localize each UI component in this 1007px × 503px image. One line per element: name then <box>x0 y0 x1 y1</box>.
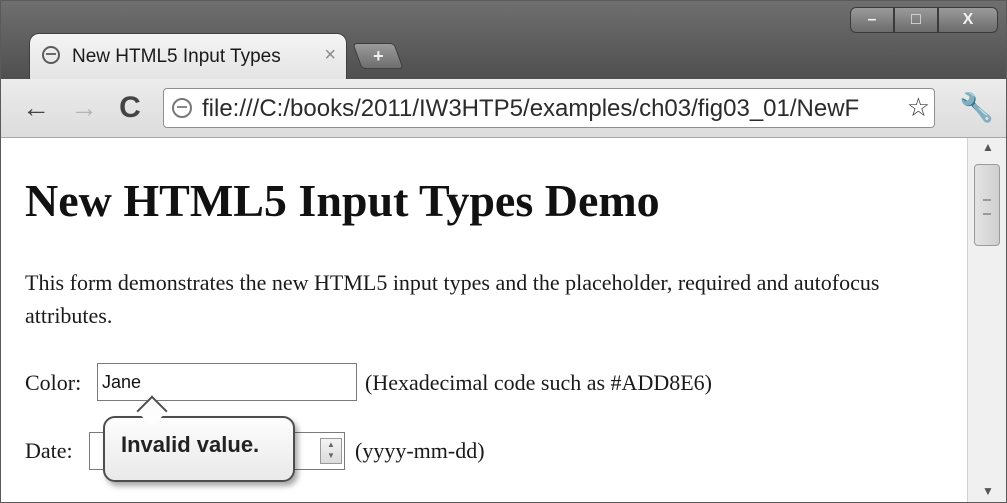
reload-button[interactable]: C <box>113 91 147 125</box>
minimize-button[interactable]: – <box>850 7 894 33</box>
address-bar[interactable]: file:///C:/books/2011/IW3HTP5/examples/c… <box>163 88 935 128</box>
browser-window: – □ X New HTML5 Input Types × + ← → C fi… <box>0 0 1007 503</box>
page-viewport: New HTML5 Input Types Demo This form dem… <box>1 138 967 502</box>
close-window-button[interactable]: X <box>938 7 998 33</box>
plus-icon: + <box>372 45 384 66</box>
page-icon <box>172 98 192 118</box>
color-hint: (Hexadecimal code such as #ADD8E6) <box>365 370 712 395</box>
vertical-scrollbar[interactable]: ▲ ▼ <box>967 138 1006 502</box>
validation-message: Invalid value. <box>121 432 260 457</box>
scroll-up-arrow-icon[interactable]: ▲ <box>968 140 1006 158</box>
scrollbar-thumb[interactable] <box>974 164 1000 246</box>
date-label: Date: <box>25 438 73 463</box>
date-hint: (yyyy-mm-dd) <box>355 438 485 463</box>
color-input[interactable] <box>97 363 357 401</box>
wrench-icon[interactable]: 🔧 <box>959 91 994 124</box>
validation-bubble: Invalid value. <box>103 416 295 482</box>
title-bar: – □ X New HTML5 Input Types × + <box>1 1 1006 79</box>
color-label: Color: <box>25 370 82 395</box>
bookmark-star-icon[interactable]: ☆ <box>902 92 930 123</box>
page-intro: This form demonstrates the new HTML5 inp… <box>25 270 880 328</box>
tab-active[interactable]: New HTML5 Input Types × <box>29 33 347 79</box>
back-button[interactable]: ← <box>19 91 53 125</box>
tab-close-icon[interactable]: × <box>324 44 336 67</box>
page-title: New HTML5 Input Types Demo <box>25 175 660 226</box>
window-controls: – □ X <box>850 7 998 35</box>
date-spinner[interactable]: ▲ ▼ <box>320 438 342 464</box>
maximize-button[interactable]: □ <box>894 7 938 33</box>
navigation-toolbar: ← → C file:///C:/books/2011/IW3HTP5/exam… <box>1 79 1006 138</box>
new-tab-button[interactable]: + <box>352 43 404 69</box>
address-url[interactable]: file:///C:/books/2011/IW3HTP5/examples/c… <box>202 95 859 123</box>
scroll-down-arrow-icon[interactable]: ▼ <box>968 484 1006 502</box>
tab-title: New HTML5 Input Types <box>72 46 281 67</box>
globe-icon <box>42 46 60 64</box>
forward-button[interactable]: → <box>67 91 101 125</box>
